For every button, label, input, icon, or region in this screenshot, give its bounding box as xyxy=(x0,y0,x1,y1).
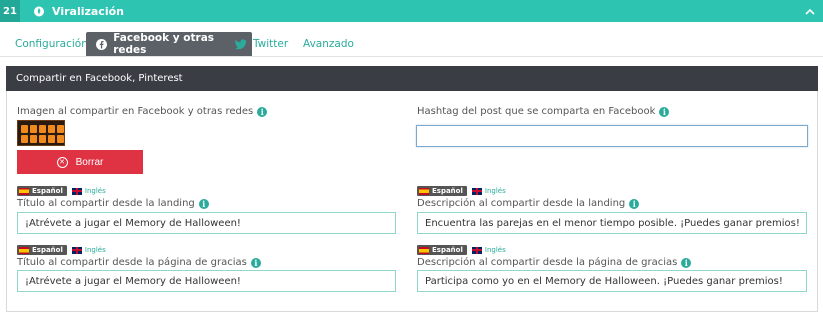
share-image-thumbnail xyxy=(17,120,65,146)
info-icon[interactable]: i xyxy=(198,198,209,209)
tab-configuracion[interactable]: Configuración xyxy=(15,32,88,56)
hashtag-label: Hashtag del post que se comparta en Face… xyxy=(417,106,670,117)
lang-es-button[interactable]: Español xyxy=(417,186,467,196)
tab-twitter[interactable]: Twitter xyxy=(235,32,288,56)
panel-title: Compartir en Facebook, Pinterest xyxy=(6,66,818,91)
language-selector: Español Inglés xyxy=(417,185,506,197)
desc-thanks-label-text: Descripción al compartir desde la página… xyxy=(417,257,678,268)
lang-label: Español xyxy=(432,187,463,195)
spain-flag-icon xyxy=(19,246,29,254)
uk-flag-icon xyxy=(471,187,482,195)
lang-label: Inglés xyxy=(84,187,106,195)
title-landing-label: Título al compartir desde la landing i xyxy=(17,198,209,209)
language-selector: Español Inglés xyxy=(17,244,106,256)
delete-image-button[interactable]: ✕ Borrar xyxy=(17,150,143,174)
desc-thanks-label: Descripción al compartir desde la página… xyxy=(417,257,692,268)
title-thanks-label: Título al compartir desde la página de g… xyxy=(17,257,261,268)
tab-label: Avanzado xyxy=(303,38,354,50)
language-selector: Español Inglés xyxy=(17,185,106,197)
spain-flag-icon xyxy=(19,187,29,195)
desc-thanks-input[interactable]: Participa como yo en el Memory de Hallow… xyxy=(417,270,807,292)
title-thanks-input[interactable]: ¡Atrévete a jugar el Memory de Halloween… xyxy=(17,270,396,292)
uk-flag-icon xyxy=(71,246,82,254)
info-icon[interactable]: i xyxy=(659,106,670,117)
uk-flag-icon xyxy=(471,246,482,254)
lang-label: Español xyxy=(32,187,63,195)
tab-facebook[interactable]: Facebook y otras redes xyxy=(86,32,252,56)
info-icon[interactable]: i xyxy=(629,198,640,209)
close-circle-icon: ✕ xyxy=(56,156,68,168)
desc-landing-label: Descripción al compartir desde la landin… xyxy=(417,198,640,209)
chevron-up-icon[interactable] xyxy=(803,3,817,19)
tab-avanzado[interactable]: Avanzado xyxy=(303,32,354,56)
uk-flag-icon xyxy=(71,187,82,195)
section-title: Viralización xyxy=(52,4,124,18)
title-landing-label-text: Título al compartir desde la landing xyxy=(17,198,195,209)
info-icon[interactable]: i xyxy=(681,257,692,268)
lang-label: Inglés xyxy=(484,187,506,195)
desc-landing-label-text: Descripción al compartir desde la landin… xyxy=(417,198,626,209)
title-landing-input[interactable]: ¡Atrévete a jugar el Memory de Halloween… xyxy=(17,212,396,234)
lang-en-button[interactable]: Inglés xyxy=(71,246,106,254)
facebook-icon xyxy=(96,38,108,50)
lang-label: Español xyxy=(432,246,463,254)
twitter-icon xyxy=(235,38,247,50)
image-share-label-text: Imagen al compartir en Facebook y otras … xyxy=(17,106,254,117)
hashtag-label-text: Hashtag del post que se comparta en Face… xyxy=(417,106,656,117)
delete-label: Borrar xyxy=(75,156,104,168)
fire-icon xyxy=(32,4,46,18)
lang-es-button[interactable]: Español xyxy=(17,245,67,255)
language-selector: Español Inglés xyxy=(417,244,506,256)
lang-en-button[interactable]: Inglés xyxy=(471,187,506,195)
tab-bar: Configuración Facebook y otras redes Twi… xyxy=(0,30,823,57)
tab-label: Configuración xyxy=(15,38,88,50)
lang-es-button[interactable]: Español xyxy=(417,245,467,255)
lang-en-button[interactable]: Inglés xyxy=(471,246,506,254)
info-icon[interactable]: i xyxy=(250,257,261,268)
lang-en-button[interactable]: Inglés xyxy=(71,187,106,195)
tab-label: Twitter xyxy=(253,38,289,50)
spain-flag-icon xyxy=(419,187,429,195)
lang-label: Inglés xyxy=(484,246,506,254)
lang-label: Inglés xyxy=(84,246,106,254)
lang-label: Español xyxy=(32,246,63,254)
tab-label: Facebook y otras redes xyxy=(113,32,215,56)
section-number: 21 xyxy=(0,0,20,22)
hashtag-input[interactable] xyxy=(416,125,808,147)
title-thanks-label-text: Título al compartir desde la página de g… xyxy=(17,257,247,268)
spain-flag-icon xyxy=(419,246,429,254)
info-icon[interactable]: i xyxy=(257,106,268,117)
image-share-label: Imagen al compartir en Facebook y otras … xyxy=(17,106,268,117)
section-header[interactable]: 21 Viralización xyxy=(0,0,823,22)
lang-es-button[interactable]: Español xyxy=(17,186,67,196)
desc-landing-input[interactable]: Encuentra las parejas en el menor tiempo… xyxy=(417,212,807,234)
